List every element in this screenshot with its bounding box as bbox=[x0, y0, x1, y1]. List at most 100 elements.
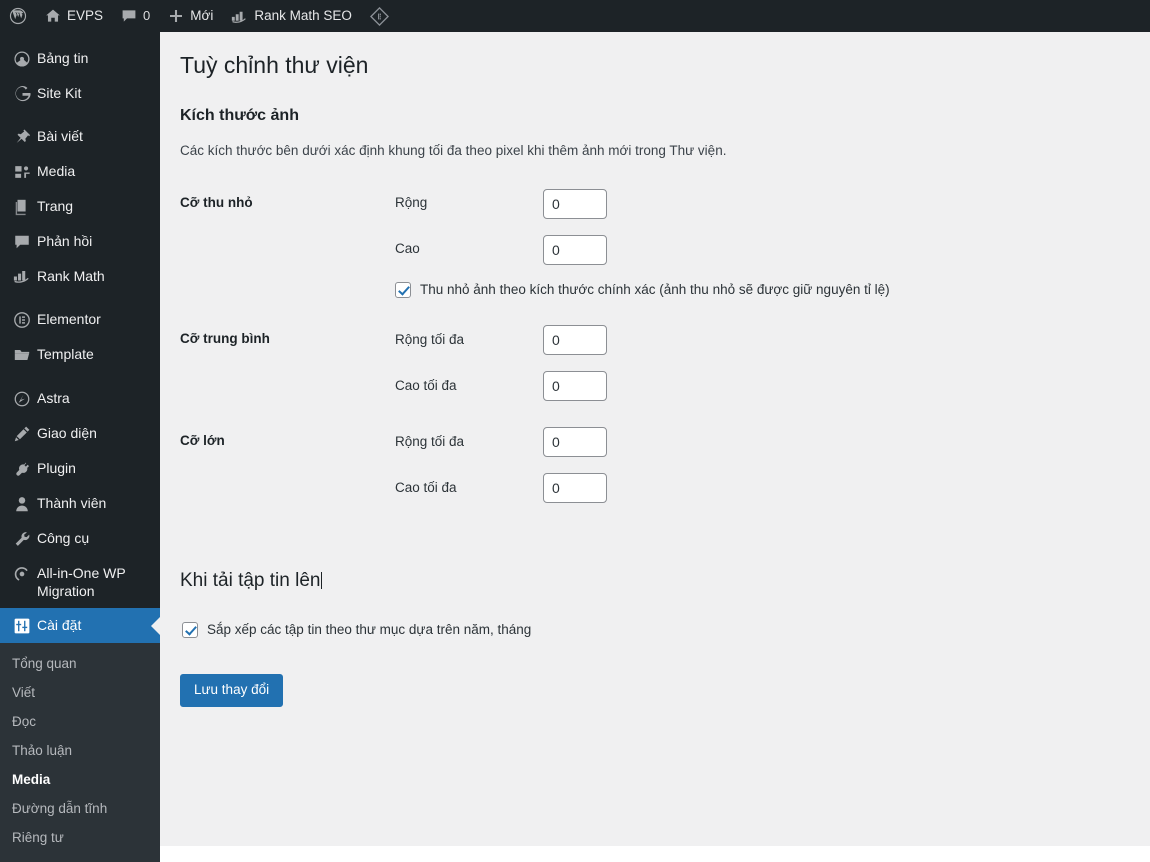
page-icon bbox=[9, 197, 35, 216]
field-thumbnail-height: Cao bbox=[395, 234, 1120, 265]
google-g-icon bbox=[9, 84, 35, 102]
large-height-input[interactable] bbox=[543, 473, 607, 504]
thumbnail-crop-label: Thu nhỏ ảnh theo kích thước chính xác (ả… bbox=[420, 281, 890, 297]
field-label: Rộng tối đa bbox=[395, 331, 465, 347]
sidebar-item-template[interactable]: Template bbox=[0, 337, 160, 372]
site-name-label: EVPS bbox=[67, 8, 104, 23]
submenu-item-tong-quan[interactable]: Tổng quan bbox=[0, 649, 160, 678]
sidebar-item-label: Astra bbox=[37, 390, 70, 406]
sidebar-item-label: Media bbox=[37, 163, 76, 179]
sidebar-item-cong-cu[interactable]: Công cụ bbox=[0, 521, 160, 556]
sidebar-item-thanh-vien[interactable]: Thành viên bbox=[0, 486, 160, 521]
sidebar-item-label: Cài đặt bbox=[37, 617, 82, 633]
field-label: Cao bbox=[395, 241, 420, 257]
sidebar-item-bai-viet[interactable]: Bài viết bbox=[0, 119, 160, 154]
table-row: Cỡ thu nhỏ Rộng Cao Thu nhỏ ảnh theo bbox=[180, 176, 1130, 313]
sidebar-item-label: Bảng tin bbox=[37, 50, 89, 66]
sidebar-item-giao-dien[interactable]: Giao diện bbox=[0, 416, 160, 451]
home-icon bbox=[45, 8, 61, 24]
submenu-item-thao-luan[interactable]: Thảo luận bbox=[0, 736, 160, 765]
plug-icon bbox=[9, 459, 35, 478]
sidebar-item-bang-tin[interactable]: Bảng tin bbox=[0, 41, 160, 76]
submenu-item-media[interactable]: Media bbox=[0, 765, 160, 794]
row-fields-large: Rộng tối đa Cao tối đa bbox=[395, 414, 1130, 516]
field-large-width: Rộng tối đa bbox=[395, 427, 1120, 458]
menu-spacer bbox=[0, 32, 160, 41]
sidebar-item-phan-hoi[interactable]: Phản hồi bbox=[0, 224, 160, 259]
image-sizes-heading: Kích thước ảnh bbox=[180, 106, 299, 124]
organize-uploads-checkbox-row[interactable]: Sắp xếp các tập tin theo thư mục dựa trê… bbox=[180, 621, 1130, 640]
site-name-menu-item[interactable]: EVPS bbox=[36, 0, 112, 32]
menu-separator bbox=[0, 372, 160, 381]
field-label: Cao tối đa bbox=[395, 479, 457, 495]
submenu-item-viet[interactable]: Viết bbox=[0, 678, 160, 707]
submenu-item-rieng-tu[interactable]: Riêng tư bbox=[0, 823, 160, 852]
content-body: Tuỳ chỉnh thư viện Kích thước ảnh Các kí… bbox=[160, 32, 1150, 708]
settings-submenu: Tổng quan Viết Đọc Thảo luận Media Đường… bbox=[0, 643, 160, 862]
sidebar-item-label: Site Kit bbox=[37, 85, 82, 101]
field-medium-width: Rộng tối đa bbox=[395, 325, 1120, 356]
sidebar-item-cai-dat[interactable]: Cài đặt bbox=[0, 608, 160, 643]
sidebar-item-label: Elementor bbox=[37, 311, 101, 327]
sidebar-item-elementor[interactable]: Elementor bbox=[0, 302, 160, 337]
thumbnail-crop-checkbox[interactable] bbox=[395, 281, 411, 298]
menu-group-content: Bài viết Media Trang Phản hồi Rank Math bbox=[0, 119, 160, 293]
row-fields-medium: Rộng tối đa Cao tối đa bbox=[395, 312, 1130, 414]
wordpress-logo-icon bbox=[9, 7, 27, 25]
new-content-menu-item[interactable]: Mới bbox=[159, 0, 222, 32]
row-label-medium: Cỡ trung bình bbox=[180, 331, 270, 347]
comment-icon bbox=[9, 232, 35, 251]
settings-sliders-icon bbox=[9, 616, 35, 635]
rank-math-icon bbox=[9, 267, 35, 284]
submenu-item-doc[interactable]: Đọc bbox=[0, 707, 160, 736]
sidebar-item-label: Thành viên bbox=[37, 495, 107, 511]
medium-height-input[interactable] bbox=[543, 371, 607, 402]
thumbnail-width-input[interactable] bbox=[543, 188, 607, 219]
field-label: Rộng tối đa bbox=[395, 433, 465, 449]
sidebar-item-label: Trang bbox=[37, 198, 74, 214]
elementor-diamond-icon bbox=[369, 6, 389, 26]
comments-menu-item[interactable]: 0 bbox=[112, 0, 159, 32]
admin-sidebar-menu: Bảng tin Site Kit Bài viết Media Trang P… bbox=[0, 32, 160, 862]
new-content-label: Mới bbox=[190, 8, 214, 23]
sidebar-item-all-in-one-wp-migration[interactable]: All-in-One WP Migration bbox=[0, 556, 160, 608]
sidebar-item-site-kit[interactable]: Site Kit bbox=[0, 76, 160, 110]
thumbnail-crop-checkbox-row[interactable]: Thu nhỏ ảnh theo kích thước chính xác (ả… bbox=[395, 281, 1120, 300]
admin-bar: EVPS 0 Mới Rank Math SEO bbox=[0, 0, 1150, 32]
field-large-height: Cao tối đa bbox=[395, 473, 1120, 504]
upload-heading: Khi tải tập tin lên bbox=[180, 570, 321, 592]
elementor-menu-item[interactable] bbox=[361, 0, 398, 32]
menu-separator bbox=[0, 293, 160, 302]
upload-heading-wrap: Khi tải tập tin lên bbox=[180, 516, 1130, 595]
wp-logo-menu-item[interactable] bbox=[0, 0, 36, 32]
elementor-icon bbox=[9, 310, 35, 329]
thumbnail-height-input[interactable] bbox=[543, 234, 607, 265]
sidebar-item-label: All-in-One WP Migration bbox=[37, 565, 126, 599]
row-fields-thumbnail: Rộng Cao Thu nhỏ ảnh theo kích thước chí… bbox=[395, 176, 1130, 313]
dashboard-icon bbox=[9, 49, 35, 68]
rank-math-menu-item[interactable]: Rank Math SEO bbox=[222, 0, 361, 32]
rank-math-icon bbox=[231, 9, 248, 24]
astra-icon bbox=[9, 389, 35, 408]
page-title: Tuỳ chỉnh thư viện bbox=[180, 52, 369, 78]
appearance-brush-icon bbox=[9, 424, 35, 443]
sidebar-item-astra[interactable]: Astra bbox=[0, 381, 160, 416]
sidebar-item-label: Template bbox=[37, 346, 94, 362]
sidebar-item-media[interactable]: Media bbox=[0, 154, 160, 189]
sidebar-item-trang[interactable]: Trang bbox=[0, 189, 160, 224]
sidebar-item-label: Giao diện bbox=[37, 425, 97, 441]
sidebar-item-plugin[interactable]: Plugin bbox=[0, 451, 160, 486]
organize-uploads-checkbox[interactable] bbox=[182, 622, 198, 639]
image-sizes-description: Các kích thước bên dưới xác định khung t… bbox=[180, 143, 727, 159]
sidebar-item-rank-math[interactable]: Rank Math bbox=[0, 259, 160, 293]
save-changes-button[interactable]: Lưu thay đổi bbox=[180, 673, 284, 708]
row-label-thumbnail: Cỡ thu nhỏ bbox=[180, 194, 253, 210]
submenu-item-duong-dan-tinh[interactable]: Đường dẫn tĩnh bbox=[0, 794, 160, 823]
plus-icon bbox=[168, 8, 184, 24]
row-label-large: Cỡ lớn bbox=[180, 433, 225, 449]
wrench-icon bbox=[9, 529, 35, 548]
medium-width-input[interactable] bbox=[543, 325, 607, 356]
large-width-input[interactable] bbox=[543, 427, 607, 458]
table-row: Cỡ lớn Rộng tối đa Cao tối đa bbox=[180, 414, 1130, 516]
sidebar-item-label: Phản hồi bbox=[37, 233, 93, 249]
